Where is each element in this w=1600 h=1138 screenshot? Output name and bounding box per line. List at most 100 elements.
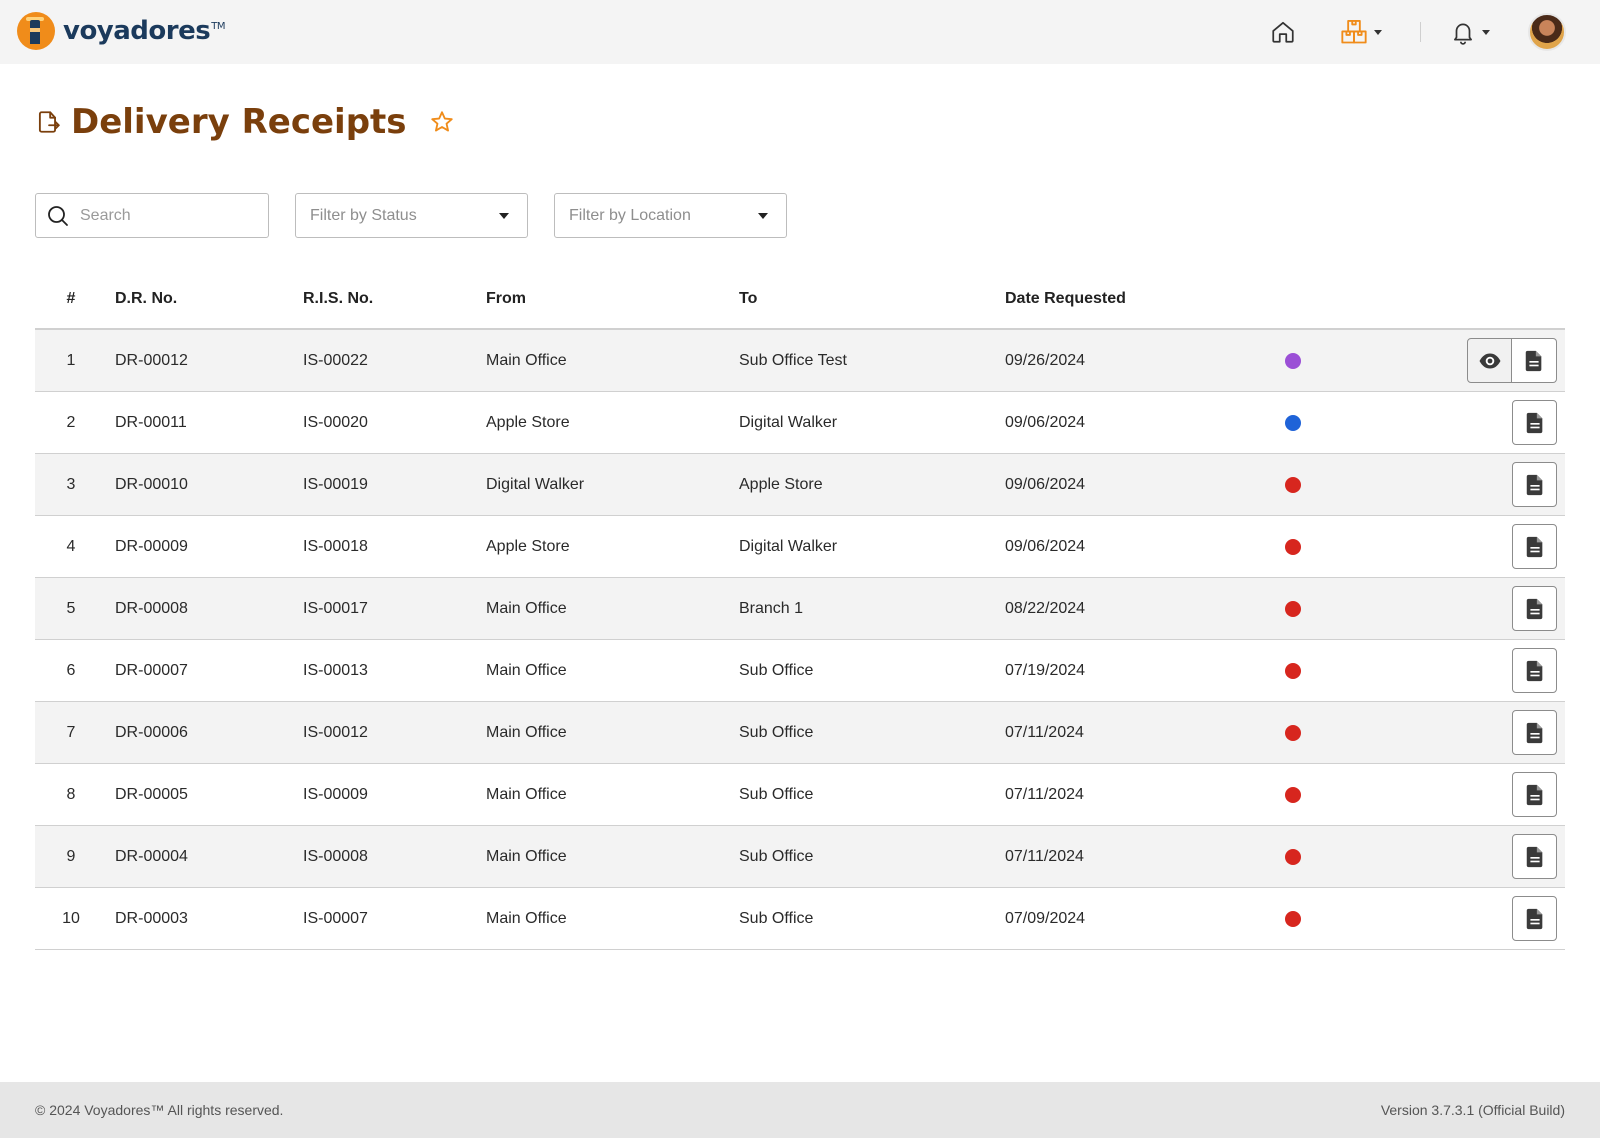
document-button[interactable] — [1512, 834, 1557, 879]
table-row[interactable]: 9 DR-00004 IS-00008 Main Office Sub Office 07… — [35, 826, 1565, 888]
dr-number: DR-00012 — [115, 351, 188, 369]
header-date-requested[interactable]: Date Requested — [1005, 270, 1126, 328]
status-dot — [1285, 600, 1301, 617]
table-row[interactable]: 4 DR-00009 IS-00018 Apple Store Digital Walk… — [35, 516, 1565, 578]
to-location: Sub Office — [739, 723, 814, 741]
copyright-text: © 2024 Voyadores™ All rights reserved. — [35, 1102, 284, 1118]
status-dot — [1285, 910, 1301, 927]
bell-icon — [1454, 23, 1472, 45]
dr-number: DR-00004 — [115, 847, 188, 865]
notifications-button[interactable] — [1450, 17, 1494, 47]
document-button[interactable] — [1512, 462, 1557, 507]
favorite-star-icon[interactable] — [429, 109, 455, 135]
from-location: Main Office — [486, 723, 567, 741]
row-actions — [1512, 454, 1557, 515]
chevron-down-icon — [758, 213, 768, 219]
date-requested: 09/26/2024 — [1005, 351, 1086, 369]
location-filter-select[interactable]: Filter by Location — [554, 193, 787, 238]
ris-number: IS-00019 — [303, 475, 368, 493]
brand-logo[interactable]: voyadoresTM — [17, 12, 225, 50]
from-location: Digital Walker — [486, 475, 585, 493]
row-actions — [1512, 888, 1557, 949]
row-actions — [1512, 640, 1557, 701]
header-to[interactable]: To — [739, 270, 757, 328]
document-icon — [1526, 722, 1542, 743]
table-row[interactable]: 8 DR-00005 IS-00009 Main Office Sub Office 07… — [35, 764, 1565, 826]
status-dot — [1285, 786, 1301, 803]
status-cell — [1285, 640, 1301, 701]
status-cell — [1285, 702, 1301, 763]
dr-number: DR-00011 — [115, 413, 187, 431]
document-button[interactable] — [1512, 586, 1557, 631]
version-text: Version 3.7.3.1 (Official Build) — [1380, 1102, 1565, 1118]
table-row[interactable]: 5 DR-00008 IS-00017 Main Office Branch 1 08/2… — [35, 578, 1565, 640]
search-input[interactable] — [80, 206, 250, 225]
ris-number: IS-00017 — [303, 599, 368, 617]
dr-number: DR-00005 — [115, 785, 188, 803]
dr-number: DR-00009 — [115, 537, 188, 555]
row-actions — [1512, 392, 1557, 453]
chevron-down-icon — [1482, 29, 1490, 35]
status-cell — [1285, 330, 1301, 391]
document-button[interactable] — [1512, 896, 1557, 941]
document-button[interactable] — [1512, 338, 1557, 383]
document-button[interactable] — [1512, 648, 1557, 693]
date-requested: 07/09/2024 — [1005, 909, 1086, 927]
inventory-menu-button[interactable] — [1340, 17, 1392, 47]
footer: © 2024 Voyadores™ All rights reserved. V… — [0, 1082, 1600, 1138]
to-location: Sub Office — [739, 847, 814, 865]
view-button[interactable] — [1467, 338, 1512, 383]
header-dr-no[interactable]: D.R. No. — [115, 270, 177, 328]
search-field[interactable] — [35, 193, 269, 238]
row-actions — [1512, 764, 1557, 825]
ris-number: IS-00018 — [303, 537, 368, 555]
document-export-icon — [38, 111, 60, 133]
dr-number: DR-00006 — [115, 723, 188, 741]
ris-number: IS-00009 — [303, 785, 368, 803]
row-number: 2 — [66, 413, 76, 431]
header-number: # — [66, 290, 76, 307]
document-button[interactable] — [1512, 400, 1557, 445]
ris-number: IS-00013 — [303, 661, 368, 679]
row-number: 9 — [66, 847, 76, 865]
header-from[interactable]: From — [486, 270, 526, 328]
status-dot — [1285, 662, 1301, 679]
document-button[interactable] — [1512, 772, 1557, 817]
user-avatar[interactable] — [1528, 13, 1566, 51]
status-dot — [1285, 352, 1301, 369]
home-icon — [1272, 21, 1294, 43]
row-actions — [1512, 702, 1557, 763]
document-button[interactable] — [1512, 710, 1557, 755]
status-filter-select[interactable]: Filter by Status — [295, 193, 528, 238]
table-row[interactable]: 10 DR-00003 IS-00007 Main Office Sub Office 0… — [35, 888, 1565, 950]
from-location: Main Office — [486, 351, 567, 369]
document-icon — [1526, 598, 1542, 619]
to-location: Apple Store — [739, 475, 823, 493]
table-row[interactable]: 6 DR-00007 IS-00013 Main Office Sub Office 07… — [35, 640, 1565, 702]
date-requested: 07/11/2024 — [1005, 847, 1084, 865]
table-row[interactable]: 3 DR-00010 IS-00019 Digital Walker Apple Sto… — [35, 454, 1565, 516]
date-requested: 07/11/2024 — [1005, 723, 1084, 741]
status-cell — [1285, 764, 1301, 825]
table-row[interactable]: 2 DR-00011 IS-00020 Apple Store Digital Walk… — [35, 392, 1565, 454]
from-location: Main Office — [486, 785, 567, 803]
ris-number: IS-00008 — [303, 847, 368, 865]
header-ris-no[interactable]: R.I.S. No. — [303, 270, 373, 328]
table-row[interactable]: 7 DR-00006 IS-00012 Main Office Sub Office 07… — [35, 702, 1565, 764]
date-requested: 09/06/2024 — [1005, 413, 1086, 431]
home-button[interactable] — [1268, 17, 1298, 47]
to-location: Sub Office — [739, 785, 814, 803]
table-row[interactable]: 1 DR-00012 IS-00022 Main Office Sub Office T… — [35, 330, 1565, 392]
ris-number: IS-00022 — [303, 351, 368, 369]
document-button[interactable] — [1512, 524, 1557, 569]
status-dot — [1285, 538, 1301, 555]
ris-number: IS-00007 — [303, 909, 368, 927]
page-title: Delivery Receipts — [71, 102, 407, 142]
from-location: Main Office — [486, 661, 567, 679]
row-number: 7 — [66, 723, 76, 741]
from-location: Main Office — [486, 909, 567, 927]
status-cell — [1285, 888, 1301, 949]
row-number: 5 — [66, 599, 76, 617]
document-icon — [1526, 474, 1542, 495]
document-icon — [1526, 784, 1542, 805]
